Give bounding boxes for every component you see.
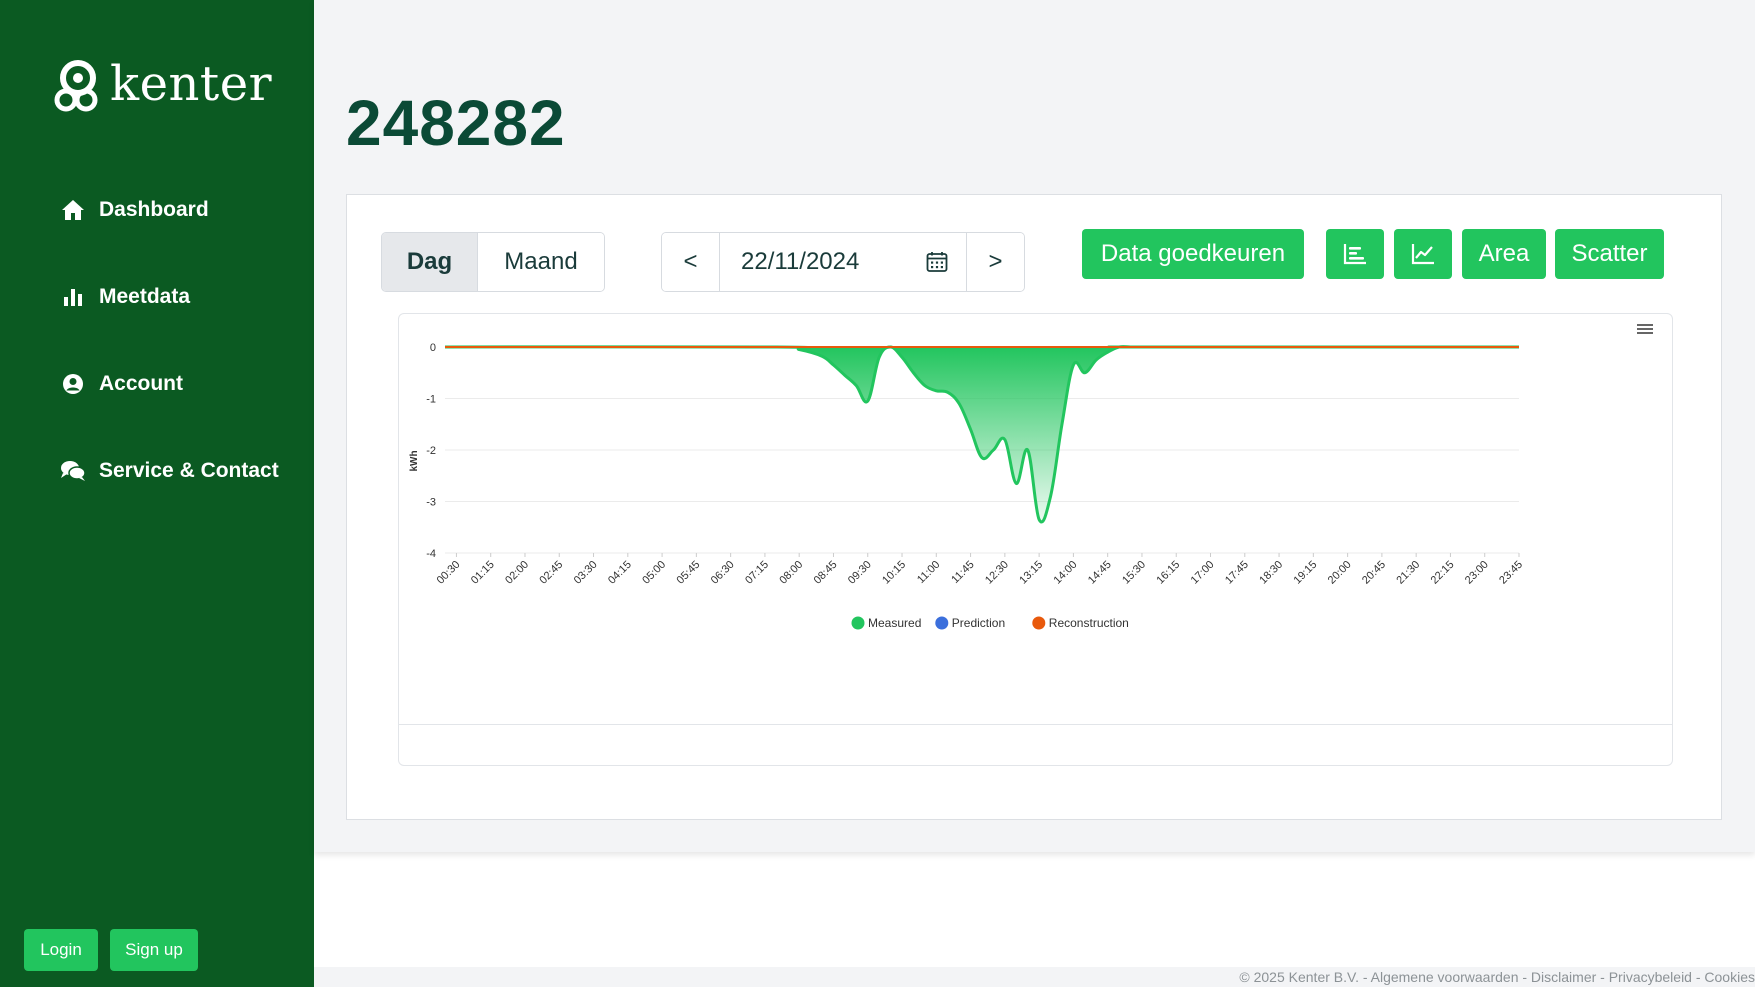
chat-icon	[60, 458, 86, 484]
user-circle-icon	[60, 371, 86, 397]
scatter-chart-type-button[interactable]: Scatter	[1555, 229, 1664, 279]
legend-label: Prediction	[952, 616, 1005, 630]
x-tick-label: 05:00	[640, 559, 668, 587]
x-tick-label: 21:30	[1394, 559, 1422, 587]
home-icon	[60, 197, 86, 223]
x-tick-label: 15:30	[1120, 559, 1148, 587]
line-chart-icon	[1411, 244, 1434, 265]
content-panel: 248282 Dag Maand < 22/11/2024 > Data goe…	[314, 0, 1755, 852]
main-content: 248282 Dag Maand < 22/11/2024 > Data goe…	[314, 0, 1755, 987]
x-tick-label: 03:30	[572, 559, 600, 587]
tab-dag[interactable]: Dag	[382, 233, 478, 291]
y-tick-label: -4	[426, 548, 436, 560]
sidebar-item-label: Account	[99, 372, 183, 395]
x-tick-label: 14:45	[1086, 559, 1114, 587]
bar-chart-icon	[60, 284, 86, 310]
x-tick-label: 08:00	[777, 559, 805, 587]
logo-text: kenter	[110, 56, 273, 112]
sidebar-item-label: Service & Contact	[99, 459, 279, 482]
x-tick-label: 04:15	[606, 559, 634, 587]
sidebar: kenter Dashboard Meetdata Account Servic…	[0, 0, 314, 987]
x-tick-label: 18:30	[1257, 559, 1285, 587]
calendar-icon	[926, 252, 948, 272]
area-chart-type-button[interactable]: Area	[1462, 229, 1546, 279]
kenter-logo[interactable]: kenter	[52, 58, 272, 114]
x-tick-label: 11:45	[949, 559, 976, 586]
legend-label: Measured	[868, 616, 921, 630]
date-input[interactable]	[741, 248, 891, 276]
x-tick-label: 07:15	[743, 559, 771, 587]
sidebar-item-meetdata[interactable]: Meetdata	[60, 282, 279, 312]
tab-maand[interactable]: Maand	[478, 233, 604, 291]
legend-marker	[935, 616, 949, 630]
measured-area	[445, 346, 1519, 522]
x-tick-label: 23:45	[1497, 559, 1525, 587]
x-tick-label: 17:00	[1189, 559, 1217, 587]
x-tick-label: 02:00	[503, 559, 531, 587]
bar-chart-type-button[interactable]	[1326, 229, 1384, 279]
y-tick-label: -1	[426, 394, 436, 406]
calendar-button[interactable]	[908, 233, 966, 291]
energy-chart: 0 -1 -2 -3 -4 kWh 00:30 01:15 02:00 02:45 03:30 04:…	[409, 342, 1525, 630]
next-day-button[interactable]: >	[966, 233, 1024, 291]
x-tick-label: 20:00	[1326, 559, 1354, 587]
y-tick-label: -3	[426, 497, 436, 509]
x-tick-label: 11:00	[915, 559, 942, 586]
meetdata-card: Dag Maand < >	[346, 194, 1722, 820]
sidebar-nav: Dashboard Meetdata Account Service & Con…	[60, 195, 279, 543]
legend-label: Reconstruction	[1049, 616, 1129, 630]
chart-container: 0 -1 -2 -3 -4 kWh 00:30 01:15 02:00 02:45 03:30 04:…	[398, 313, 1673, 766]
sidebar-item-account[interactable]: Account	[60, 369, 279, 399]
sidebar-item-label: Meetdata	[99, 285, 191, 308]
x-tick-label: 08:45	[812, 559, 840, 587]
x-tick-label: 16:15	[1154, 559, 1182, 587]
page-title: 248282	[346, 87, 566, 159]
date-field[interactable]	[720, 233, 908, 291]
x-tick-label: 13:15	[1017, 559, 1045, 587]
date-navigator: < >	[661, 232, 1025, 292]
period-toggle: Dag Maand	[381, 232, 605, 292]
x-tick-label: 09:30	[846, 559, 874, 587]
page-footer: © 2025 Kenter B.V. - Algemene voorwaarde…	[314, 967, 1755, 987]
legend-marker	[851, 616, 865, 630]
y-tick-label: 0	[430, 342, 436, 354]
x-tick-label: 12:30	[983, 559, 1011, 587]
x-tick-label: 14:00	[1052, 559, 1080, 587]
x-tick-label: 17:45	[1223, 559, 1251, 587]
x-tick-label: 01:15	[469, 559, 497, 587]
chart-divider	[399, 724, 1672, 725]
x-tick-label: 19:15	[1292, 559, 1320, 587]
sidebar-item-dashboard[interactable]: Dashboard	[60, 195, 279, 225]
approve-data-button[interactable]: Data goedkeuren	[1082, 229, 1304, 279]
sidebar-item-label: Dashboard	[99, 198, 209, 221]
signup-button[interactable]: Sign up	[110, 929, 198, 971]
y-axis-label: kWh	[409, 450, 420, 471]
x-tick-label: 20:45	[1360, 559, 1388, 587]
auth-buttons: Login Sign up	[24, 929, 198, 971]
x-tick-label: 05:45	[675, 559, 703, 587]
previous-day-button[interactable]: <	[662, 233, 720, 291]
login-button[interactable]: Login	[24, 929, 98, 971]
sidebar-item-service-contact[interactable]: Service & Contact	[60, 456, 279, 486]
x-tick-label: 00:30	[435, 559, 463, 587]
x-tick-label: 02:45	[537, 559, 565, 587]
legend-marker	[1032, 616, 1046, 630]
bar-chart-icon	[1343, 244, 1366, 265]
chart-menu-icon[interactable]	[1634, 320, 1656, 338]
x-tick-label: 10:15	[880, 559, 908, 587]
x-tick-label: 23:00	[1463, 559, 1491, 587]
line-chart-type-button[interactable]	[1394, 229, 1452, 279]
x-tick-label: 22:15	[1429, 559, 1457, 587]
y-tick-label: -2	[426, 445, 436, 457]
kenter-logo-icon	[54, 60, 98, 112]
x-tick-label: 06:30	[709, 559, 737, 587]
